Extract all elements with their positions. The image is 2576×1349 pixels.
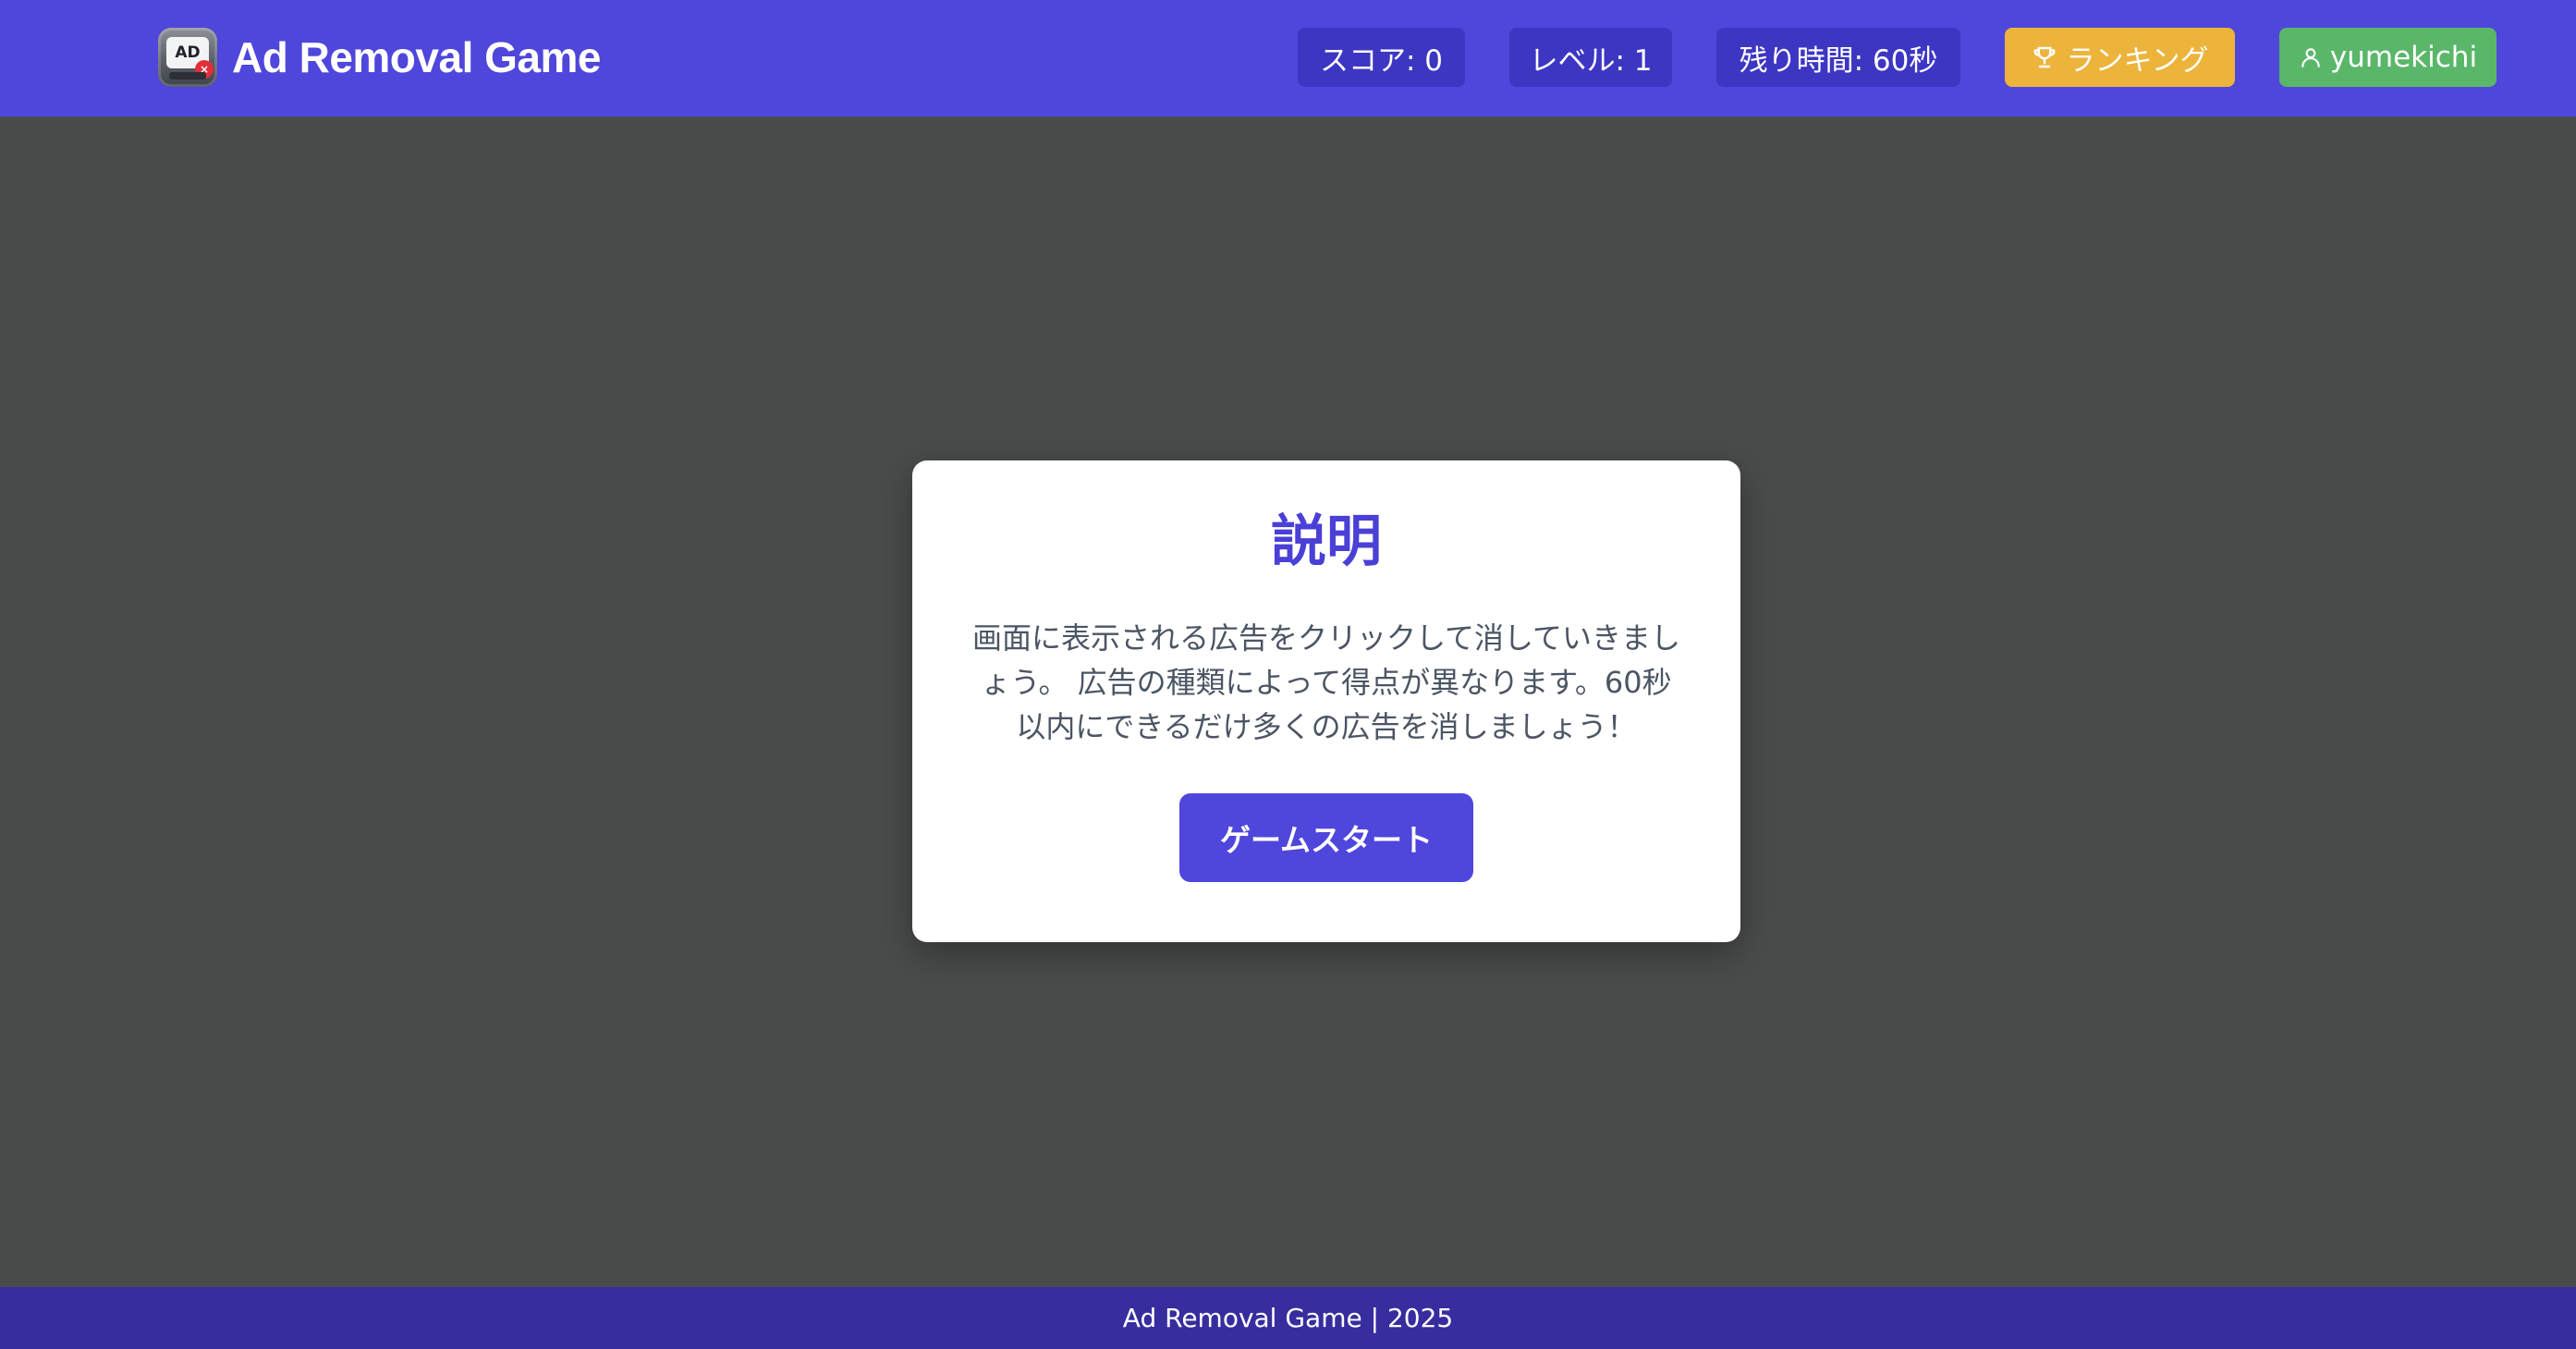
logo-base — [169, 72, 206, 80]
level-label: レベル: 1 — [1529, 43, 1653, 78]
start-game-button[interactable]: ゲームスタート — [1179, 793, 1473, 882]
brand[interactable]: AD × Ad Removal Game — [158, 28, 601, 87]
user-label: yumekichi — [2329, 41, 2478, 74]
ranking-button[interactable]: ランキング — [2005, 28, 2235, 87]
score-display: スコア: 0 — [1298, 28, 1465, 87]
app-title: Ad Removal Game — [232, 33, 601, 81]
trophy-icon — [2034, 46, 2056, 68]
user-icon — [2301, 48, 2320, 67]
score-label: スコア: 0 — [1319, 43, 1444, 78]
ranking-label: ランキング — [2066, 43, 2209, 78]
time-remaining-label: 残り時間: 60秒 — [1739, 43, 1938, 78]
instructions-modal: 説明 画面に表示される広告をクリックして消していきましょう。 広告の種類によって… — [912, 460, 1740, 942]
user-button[interactable]: yumekichi — [2279, 28, 2497, 87]
footer-text: Ad Removal Game | 2025 — [1122, 1303, 1454, 1333]
time-remaining-display: 残り時間: 60秒 — [1716, 28, 1960, 87]
footer: Ad Removal Game | 2025 — [0, 1287, 2576, 1349]
modal-title: 説明 — [1271, 509, 1382, 574]
ad-block-icon: AD × — [158, 28, 217, 87]
level-display: レベル: 1 — [1509, 28, 1672, 87]
modal-description: 画面に表示される広告をクリックして消していきましょう。 広告の種類によって得点が… — [971, 620, 1681, 744]
top-bar: AD × Ad Removal Game スコア: 0 レベル: 1 残り時間:… — [0, 0, 2576, 117]
